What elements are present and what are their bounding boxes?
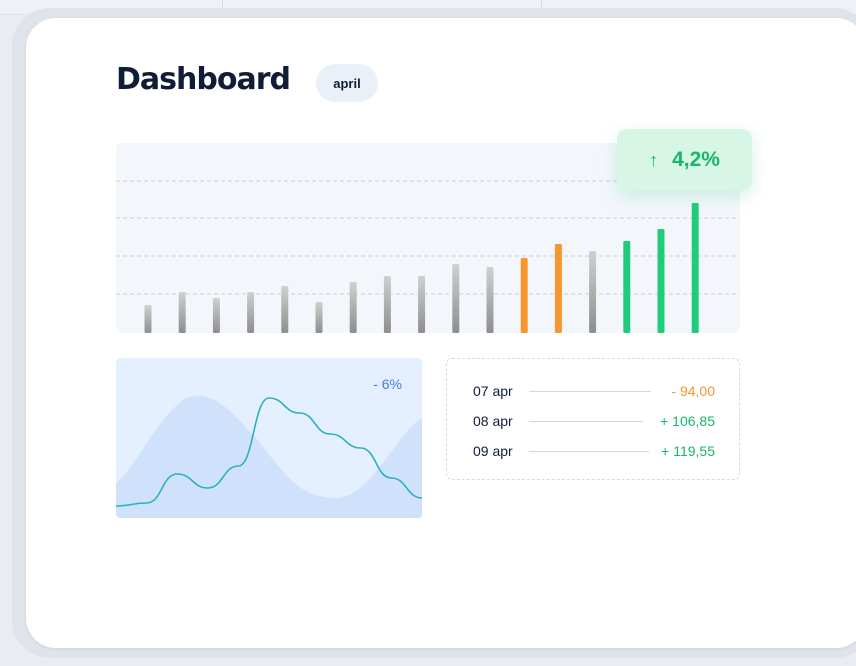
transactions-panel: 07 apr - 94,00 08 apr + 106,85 09 apr + … [446,358,740,480]
bar-11 [486,267,494,333]
list-item[interactable]: 09 apr + 119,55 [473,441,715,461]
line-chart-background-area [116,396,422,518]
bar-16 [657,229,665,333]
bar-8 [383,276,391,333]
transaction-amount: + 106,85 [660,413,715,429]
transaction-date: 09 apr [473,443,513,459]
growth-value: 4,2% [672,148,720,171]
bar-7 [349,282,357,333]
bar-4 [247,292,255,333]
bar-13 [554,244,562,333]
bar-17 [691,203,699,333]
row-divider [529,391,651,392]
bar-6 [315,302,323,333]
bar-15 [623,241,631,333]
bar-2 [178,292,186,333]
transaction-amount: + 119,55 [661,443,715,459]
page-title: Dashboard [116,62,291,97]
transaction-amount: - 94,00 [671,383,715,399]
row-divider [529,421,643,422]
bar-1 [144,305,152,333]
row-divider [529,451,649,452]
list-item[interactable]: 08 apr + 106,85 [473,411,715,431]
bar-3 [212,298,220,333]
line-change-label: - 6% [373,376,402,392]
bar-14 [589,251,597,333]
growth-badge: ↑ 4,2% [617,129,752,191]
transaction-date: 08 apr [473,413,513,429]
bar-9 [418,276,426,333]
bar-5 [281,286,289,333]
bar-10 [452,264,460,333]
arrow-up-icon: ↑ [649,149,659,170]
list-item[interactable]: 07 apr - 94,00 [473,381,715,401]
transaction-date: 07 apr [473,383,513,399]
line-chart-panel: - 6% [116,358,422,518]
bar-12 [520,258,528,333]
period-badge[interactable]: april [316,64,378,102]
